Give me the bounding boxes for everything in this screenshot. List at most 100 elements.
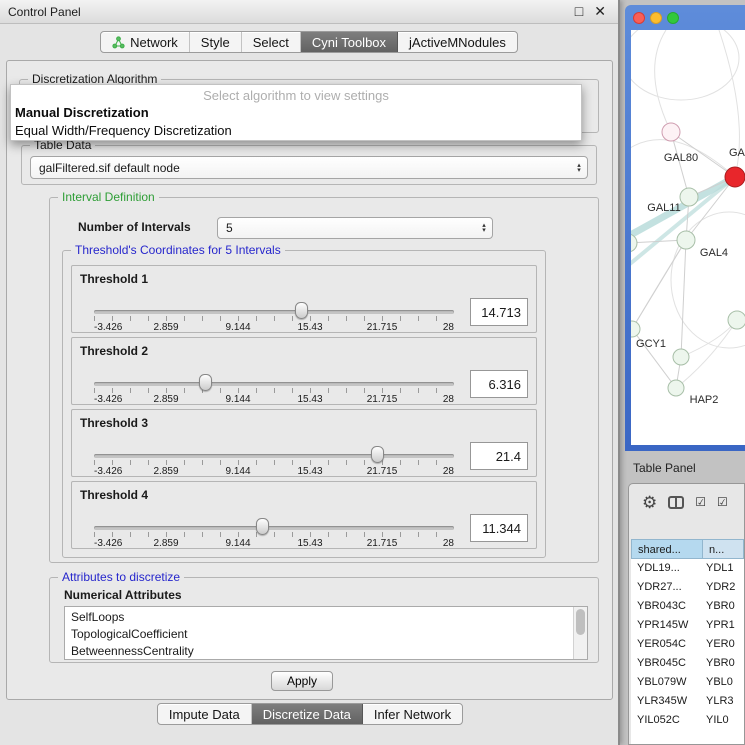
float-window-icon[interactable]: □	[575, 3, 583, 20]
network-node[interactable]	[680, 188, 698, 206]
apply-button[interactable]: Apply	[271, 671, 333, 691]
threshold-1-panel: Threshold 1 -3.426 2.859 9.144 15.43 21.…	[71, 265, 537, 333]
node-label-gal80[interactable]: GAL80	[664, 152, 698, 164]
list-item[interactable]: SelfLoops	[65, 609, 587, 626]
cell-name[interactable]: YDL1	[703, 559, 744, 578]
tab-style[interactable]: Style	[190, 32, 242, 52]
threshold-4-value-field[interactable]: 11.344	[470, 514, 528, 542]
cell-name[interactable]: YDR2	[703, 578, 744, 597]
zoom-traffic-light-icon[interactable]	[667, 12, 679, 24]
menu-item-equal-width-frequency[interactable]: Equal Width/Frequency Discretization	[11, 122, 581, 140]
table-row[interactable]: YLR345WYLR3	[631, 692, 744, 711]
cell-name[interactable]: YBR0	[703, 654, 744, 673]
cell-name[interactable]: YBL0	[703, 673, 744, 692]
scrollbar-thumb[interactable]	[576, 609, 585, 635]
table-row[interactable]: YDR27...YDR2	[631, 578, 744, 597]
network-node[interactable]	[631, 321, 640, 337]
scale-label: 28	[443, 466, 454, 477]
threshold-2-slider-thumb[interactable]	[199, 374, 212, 391]
network-view-window: GAL80 GA GAL11 GAL4 GCY1 HAP2	[625, 5, 745, 451]
table-row[interactable]: YIL052CYIL0	[631, 711, 744, 730]
tab-discretize-data-label: Discretize Data	[263, 707, 351, 722]
combo-stepper-icon: ▴ ▾	[476, 223, 492, 233]
threshold-4-label: Threshold 4	[80, 488, 148, 502]
numerical-attributes-list[interactable]: SelfLoops TopologicalCoefficient Between…	[64, 606, 588, 660]
threshold-1-slider-thumb[interactable]	[295, 302, 308, 319]
traffic-lights	[633, 12, 679, 24]
cell-shared-name[interactable]: YBR045C	[631, 654, 703, 673]
threshold-2-value-field[interactable]: 6.316	[470, 370, 528, 398]
column-header-name[interactable]: n...	[703, 539, 744, 559]
list-item[interactable]: TopologicalCoefficient	[65, 626, 587, 643]
list-item[interactable]: BetweennessCentrality	[65, 643, 587, 660]
scale-label: -3.426	[94, 538, 122, 549]
checkbox-icon[interactable]: ☑	[717, 496, 728, 508]
threshold-4-slider-thumb[interactable]	[256, 518, 269, 535]
close-traffic-light-icon[interactable]	[633, 12, 645, 24]
threshold-3-slider-thumb[interactable]	[371, 446, 384, 463]
cell-name[interactable]: YPR1	[703, 616, 744, 635]
network-node[interactable]	[673, 349, 689, 365]
cell-shared-name[interactable]: YPR145W	[631, 616, 703, 635]
cell-shared-name[interactable]: YLR345W	[631, 692, 703, 711]
node-label-hap2[interactable]: HAP2	[690, 394, 719, 406]
network-node-selected[interactable]	[725, 167, 745, 187]
cell-name[interactable]: YBR0	[703, 597, 744, 616]
node-label-gal11[interactable]: GAL11	[647, 202, 680, 214]
tab-impute-data[interactable]: Impute Data	[158, 704, 252, 724]
cell-shared-name[interactable]: YER054C	[631, 635, 703, 654]
scale-label: 15.43	[297, 322, 322, 333]
table-row[interactable]: YER054CYER0	[631, 635, 744, 654]
tab-infer-network[interactable]: Infer Network	[363, 704, 462, 724]
cell-name[interactable]: YLR3	[703, 692, 744, 711]
threshold-3-slider[interactable]: -3.426 2.859 9.144 15.43 21.715 28	[86, 436, 462, 476]
network-node[interactable]	[662, 123, 680, 141]
cell-shared-name[interactable]: YDR27...	[631, 578, 703, 597]
network-node[interactable]	[631, 234, 637, 252]
gear-icon[interactable]: ⚙	[642, 494, 657, 511]
tab-network[interactable]: Network	[101, 32, 190, 52]
threshold-4-slider[interactable]: -3.426 2.859 9.144 15.43 21.715 28	[86, 508, 462, 548]
table-row[interactable]: YBR043CYBR0	[631, 597, 744, 616]
network-canvas[interactable]: GAL80 GA GAL11 GAL4 GCY1 HAP2	[631, 30, 745, 445]
node-label-gcy1[interactable]: GCY1	[636, 338, 666, 350]
node-label-ga[interactable]: GA	[729, 147, 745, 159]
network-graph: GAL80 GA GAL11 GAL4 GCY1 HAP2	[631, 30, 745, 445]
threshold-2-label: Threshold 2	[80, 344, 148, 358]
threshold-1-slider[interactable]: -3.426 2.859 9.144 15.43 21.715 28	[86, 292, 462, 332]
checkbox-icon[interactable]: ☑	[695, 496, 706, 508]
node-label-gal4[interactable]: GAL4	[700, 247, 728, 259]
table-data-combobox[interactable]: galFiltered.sif default node ▴ ▾	[30, 156, 588, 179]
network-node[interactable]	[728, 311, 745, 329]
cell-shared-name[interactable]: YDL19...	[631, 559, 703, 578]
network-node[interactable]	[677, 231, 695, 249]
cell-shared-name[interactable]: YBL079W	[631, 673, 703, 692]
tab-cyni-toolbox[interactable]: Cyni Toolbox	[301, 32, 398, 52]
column-header-shared-name[interactable]: shared...	[631, 539, 703, 559]
minimize-traffic-light-icon[interactable]	[650, 12, 662, 24]
tab-jactivemodules[interactable]: jActiveMNodules	[398, 32, 517, 52]
cell-name[interactable]: YER0	[703, 635, 744, 654]
number-of-intervals-combobox[interactable]: 5 ▴ ▾	[217, 217, 493, 239]
table-row[interactable]: YDL19...YDL1	[631, 559, 744, 578]
tab-discretize-data[interactable]: Discretize Data	[252, 704, 363, 724]
close-window-icon[interactable]: ✕	[594, 3, 606, 20]
cell-shared-name[interactable]: YIL052C	[631, 711, 703, 730]
threshold-2-slider[interactable]: -3.426 2.859 9.144 15.43 21.715 28	[86, 364, 462, 404]
menu-item-manual-discretization[interactable]: Manual Discretization	[11, 104, 581, 122]
cell-shared-name[interactable]: YBR043C	[631, 597, 703, 616]
table-row[interactable]: YBL079WYBL0	[631, 673, 744, 692]
columns-icon[interactable]	[668, 496, 684, 509]
list-scrollbar[interactable]	[573, 607, 587, 659]
table-row[interactable]: YBR045CYBR0	[631, 654, 744, 673]
cell-name[interactable]: YIL0	[703, 711, 744, 730]
network-node[interactable]	[668, 380, 684, 396]
table-row[interactable]: YPR145WYPR1	[631, 616, 744, 635]
threshold-3-value-field[interactable]: 21.4	[470, 442, 528, 470]
tab-select[interactable]: Select	[242, 32, 301, 52]
scale-label: 28	[443, 322, 454, 333]
scale-label: 9.144	[225, 466, 250, 477]
scale-label: 9.144	[225, 322, 250, 333]
threshold-1-value-field[interactable]: 14.713	[470, 298, 528, 326]
scale-label: 15.43	[297, 466, 322, 477]
